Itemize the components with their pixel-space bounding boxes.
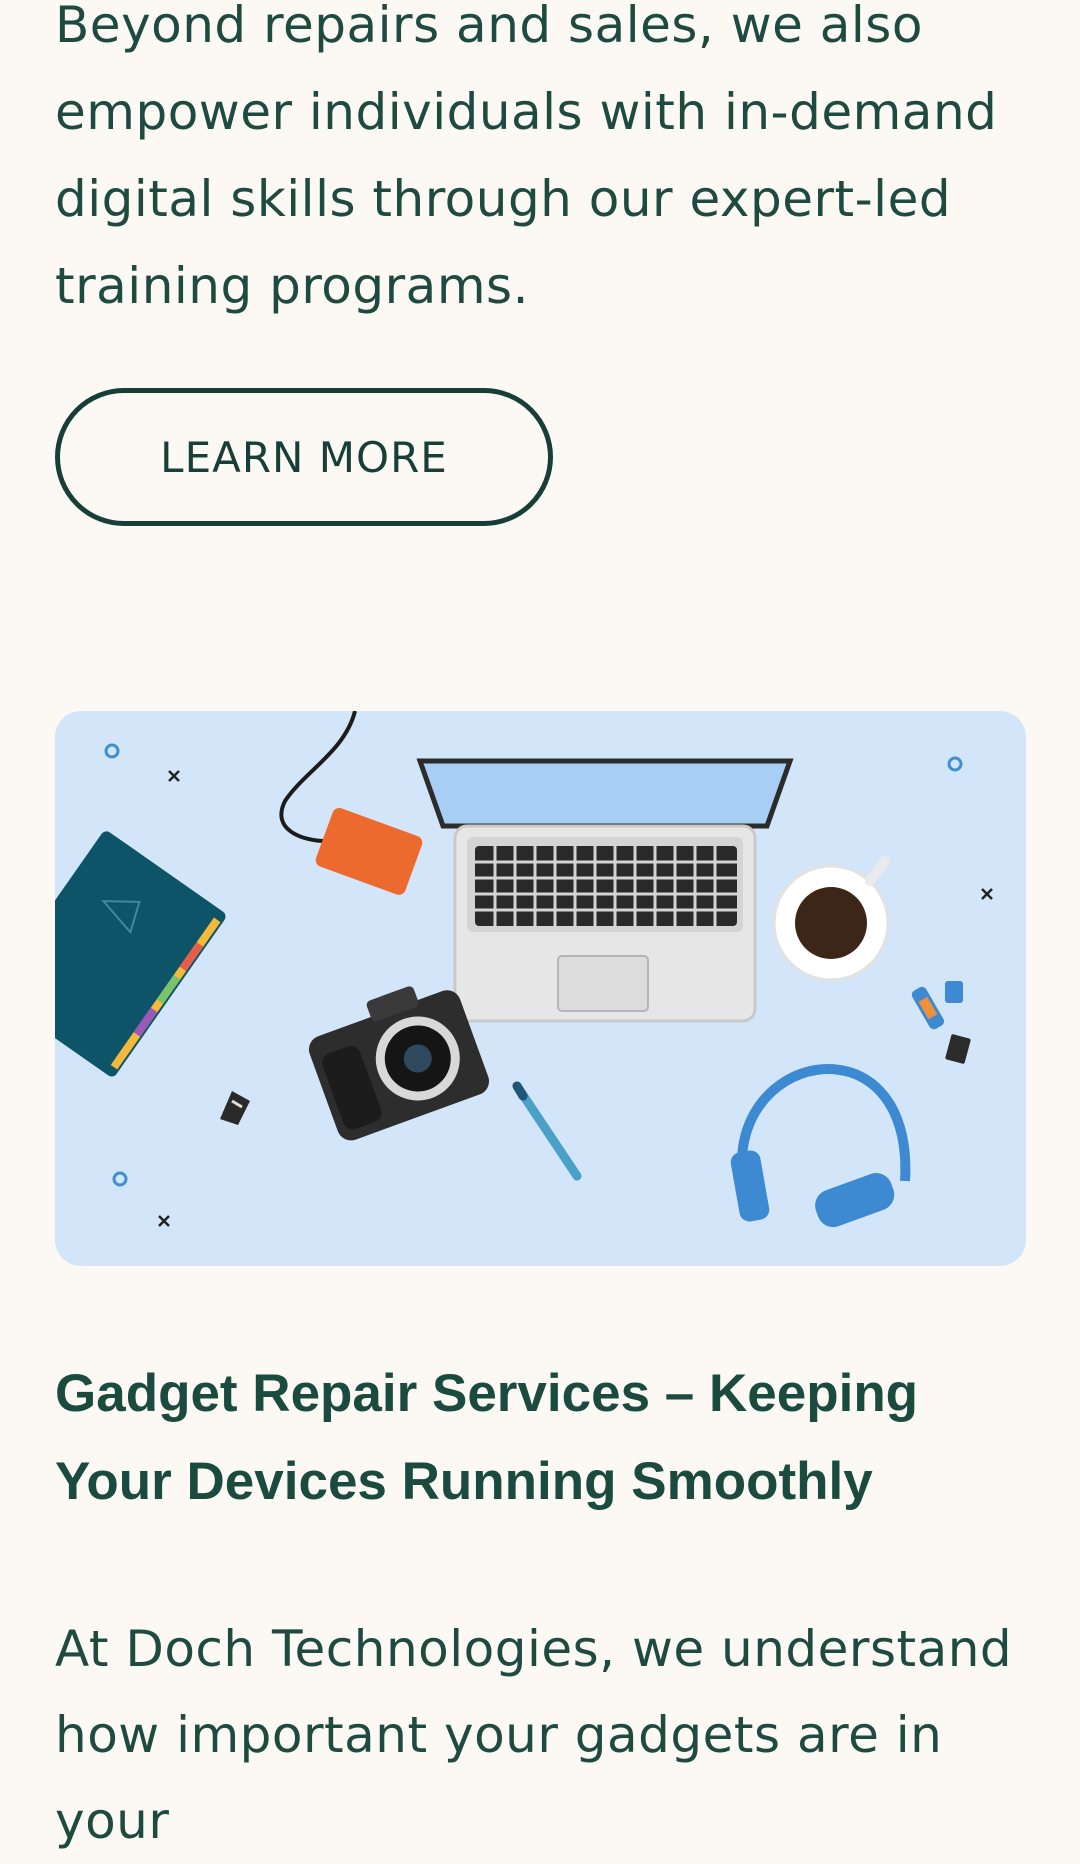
coffee-cup-icon bbox=[772, 856, 890, 982]
learn-more-button[interactable]: LEARN MORE bbox=[55, 388, 553, 526]
hero-illustration bbox=[55, 711, 1026, 1266]
notebook-icon bbox=[55, 831, 226, 1077]
external-drive-icon bbox=[315, 807, 423, 895]
laptop-icon bbox=[416, 758, 794, 1023]
section-title: Gadget Repair Services – Keeping Your De… bbox=[55, 1364, 919, 1511]
headphones-icon bbox=[730, 1064, 911, 1228]
section-body: At Doch Technologies, we understand how … bbox=[55, 1620, 1013, 1850]
usb-drive-icon bbox=[911, 986, 945, 1030]
intro-paragraph: Beyond repairs and sales, we also empowe… bbox=[55, 0, 998, 315]
binder-clip-icon bbox=[220, 1091, 250, 1125]
pen-icon bbox=[512, 1081, 582, 1181]
sd-card-icon bbox=[945, 1034, 971, 1064]
